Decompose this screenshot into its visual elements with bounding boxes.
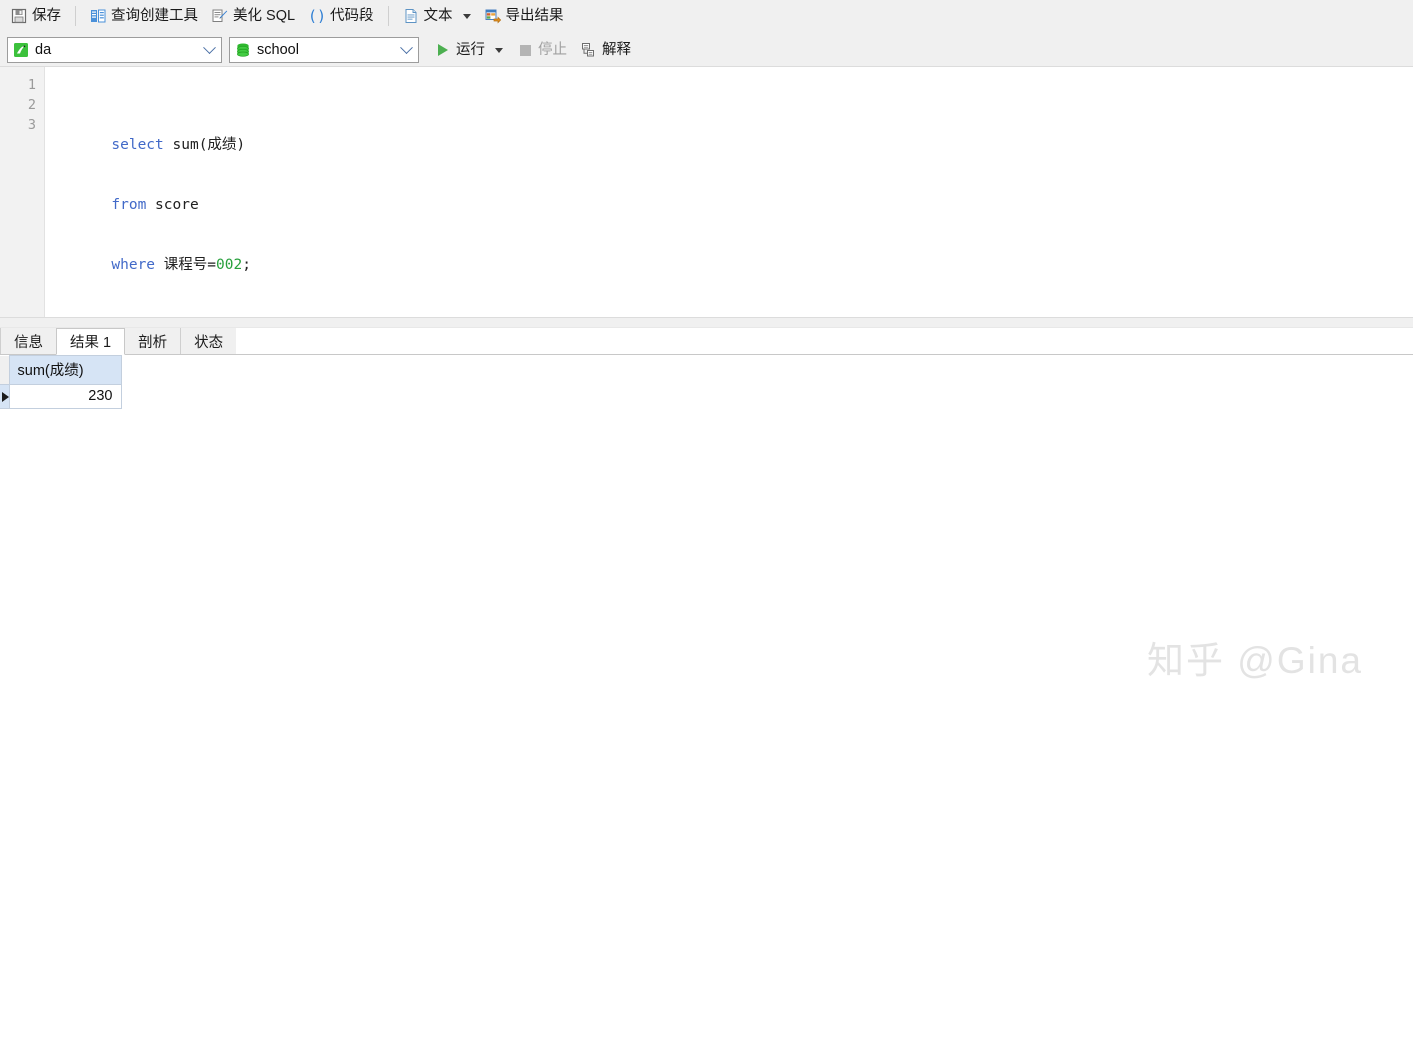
explain-label: 解释 [602,41,631,58]
code-token: ; [242,257,251,273]
connection-dropdown-chevron-icon[interactable] [199,40,219,55]
toolbar-separator-1 [75,6,76,26]
query-builder-label: 查询创建工具 [111,7,198,24]
beautify-icon [212,8,228,24]
code-token: where [111,257,156,273]
save-button[interactable]: 保存 [4,4,68,28]
table-row[interactable]: 230 [0,384,122,409]
line-number: 2 [27,97,36,113]
stop-icon [517,42,533,58]
code-token: score [146,197,199,213]
stop-label: 停止 [538,41,567,58]
beautify-sql-label: 美化 SQL [233,7,296,24]
toolbar-container: 保存 查询创建工具 美化 SQL 代码段 文本 导出结果 da school 运… [0,0,1413,67]
save-icon [11,8,27,24]
play-icon [435,42,451,58]
editor-code-area[interactable]: select sum(成绩) from score where 课程号=002; [45,67,1413,317]
tab-status[interactable]: 状态 [180,328,238,354]
connection-icon [13,42,29,58]
run-label: 运行 [456,41,485,58]
run-button[interactable]: 运行 [428,38,510,62]
database-dropdown-chevron-icon[interactable] [396,40,416,55]
watermark: 知乎 @Gina [1147,640,1363,681]
code-token: sum(成绩) [163,137,246,153]
database-icon [235,42,251,58]
execution-controls: 运行 停止 解释 [428,38,638,62]
connection-select[interactable]: da [7,37,222,63]
code-token: from [111,197,147,213]
row-pointer-icon [2,391,9,402]
database-value: school [257,42,299,58]
export-icon [485,8,501,24]
svg-text:(): () [309,8,325,24]
tab-result1[interactable]: 结果 1 [56,328,126,355]
result-grid-area: sum(成绩) 230 [0,355,1413,1064]
query-builder-button[interactable]: 查询创建工具 [83,4,205,28]
main-toolbar: 保存 查询创建工具 美化 SQL 代码段 文本 导出结果 [0,0,1413,32]
grid-corner-cell[interactable] [0,355,10,385]
code-token: select [111,137,164,153]
sql-editor[interactable]: 1 2 3 select sum(成绩) from score where 课程… [0,67,1413,317]
cell-sum-value[interactable]: 230 [8,384,122,409]
code-line: where 课程号=002; [59,235,1413,273]
text-button[interactable]: 文本 [396,4,478,28]
secondary-toolbar: da school 运行 停止 解释 [0,32,1413,67]
explain-icon [581,42,597,58]
run-dropdown-caret-icon[interactable] [495,47,503,53]
tab-bar-filler [236,328,1413,354]
row-selector[interactable] [0,384,10,409]
text-label: 文本 [423,7,453,24]
line-number: 1 [27,77,36,93]
database-select[interactable]: school [229,37,419,63]
text-dropdown-caret-icon[interactable] [462,13,471,19]
tab-info[interactable]: 信息 [0,328,57,354]
result-tab-bar: 信息 结果 1 剖析 状态 [0,328,1413,355]
connection-value: da [35,42,52,58]
stop-button[interactable]: 停止 [510,38,574,62]
code-snippet-icon: () [309,8,325,24]
result-grid[interactable]: sum(成绩) 230 [0,355,122,409]
explain-button[interactable]: 解释 [574,38,638,62]
code-token: 002 [216,257,243,273]
query-builder-icon [90,8,106,24]
text-file-icon [403,8,419,24]
code-snippet-button[interactable]: () 代码段 [302,4,381,28]
beautify-sql-button[interactable]: 美化 SQL [205,4,302,28]
column-header-sum[interactable]: sum(成绩) [8,355,122,385]
code-token: 课程号= [155,257,217,273]
save-label: 保存 [32,7,61,24]
tab-profile[interactable]: 剖析 [124,328,182,354]
export-result-label: 导出结果 [505,7,564,24]
table-header-row: sum(成绩) [0,355,122,385]
code-snippet-label: 代码段 [330,7,374,24]
panel-splitter[interactable] [0,317,1413,328]
export-result-button[interactable]: 导出结果 [478,4,571,28]
line-number: 3 [27,117,36,133]
toolbar-separator-2 [387,6,389,26]
code-line: select sum(成绩) [59,115,1413,153]
code-line: from score [59,175,1413,213]
editor-line-number-gutter: 1 2 3 [0,67,45,317]
